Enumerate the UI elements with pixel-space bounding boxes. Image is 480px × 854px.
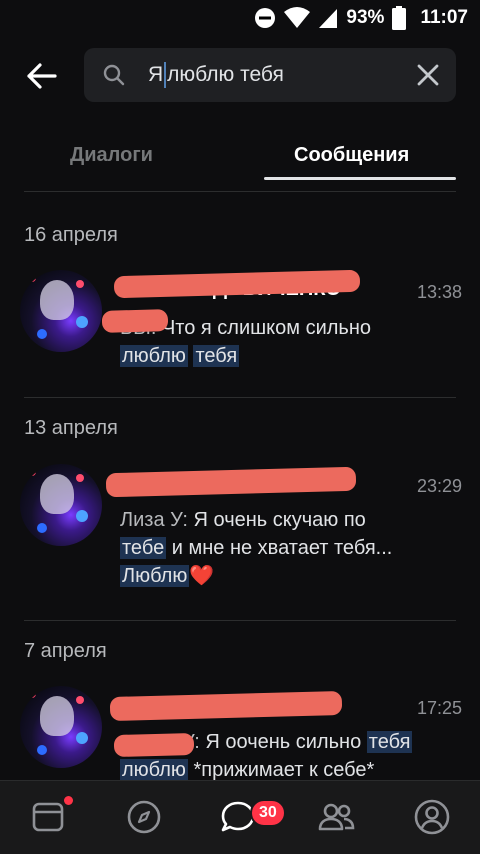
search-highlight: Люблю (120, 565, 190, 587)
avatar (20, 464, 102, 546)
battery-icon (392, 6, 407, 30)
avatar (20, 270, 102, 352)
status-bar: 93% 11:07 (0, 0, 480, 36)
search-query-end: люблю тебя (167, 63, 284, 86)
tabs-divider (24, 191, 456, 192)
heart-emoji: ❤️ (189, 565, 215, 587)
search-highlight: тебе (120, 537, 167, 559)
search-highlight: тебя (366, 731, 413, 753)
search-tabs: Диалоги Сообщения (0, 130, 480, 192)
do-not-disturb-icon (255, 8, 276, 28)
arrow-left-icon (27, 63, 57, 89)
message-snippet: Лиза У: Я очень скучаю по тебе и мне не … (120, 509, 393, 587)
search-query-start: Я (148, 63, 164, 86)
tab-messages[interactable]: Сообщения (294, 144, 409, 167)
search-highlight: люблю (120, 345, 188, 367)
date-header: 7 апреля (24, 640, 107, 662)
search-input[interactable]: Ялюблю тебя (148, 48, 398, 102)
tab-dialogs[interactable]: Диалоги (70, 144, 153, 167)
search-icon (103, 64, 125, 86)
notification-dot (64, 796, 73, 805)
message-result[interactable]: 23:29 Лиза У: Я очень скучаю по тебе и м… (0, 464, 480, 587)
active-tab-indicator (264, 177, 456, 180)
redaction-mark (109, 690, 343, 722)
message-result[interactable]: ГДОВИЧЕНКО 13:38 ЬЫ: Что я слишком сильн… (0, 269, 480, 388)
redaction-mark (101, 309, 169, 333)
status-time: 11:07 (420, 7, 468, 28)
clear-search-icon[interactable] (414, 61, 442, 89)
profile-icon[interactable] (412, 797, 452, 837)
message-snippet: ЬЫ: Что я слишком сильно люблю тебя (120, 317, 372, 367)
message-time: 13:38 (416, 282, 462, 302)
compass-icon[interactable] (124, 797, 164, 837)
date-header: 13 апреля (24, 417, 118, 439)
search-box[interactable]: Ялюблю тебя (84, 48, 456, 102)
message-prefix: Лиза У: (120, 509, 188, 531)
unread-count-badge: 30 (250, 799, 286, 827)
date-header: 16 апреля (24, 224, 118, 246)
text-caret (164, 62, 167, 88)
message-time: 23:29 (416, 476, 462, 496)
group-divider (24, 620, 456, 621)
battery-percentage: 93% (346, 7, 385, 28)
friends-icon[interactable] (316, 797, 356, 837)
search-header: Ялюблю тебя (0, 46, 480, 104)
news-feed-icon[interactable] (28, 797, 68, 837)
avatar (20, 686, 102, 768)
group-divider (24, 397, 456, 398)
redaction-mark (105, 466, 357, 498)
cellular-signal-icon (319, 9, 338, 28)
search-highlight: люблю (120, 759, 188, 781)
message-time: 17:25 (416, 698, 462, 718)
wifi-icon (284, 7, 311, 28)
search-highlight: тебя (193, 345, 240, 367)
bottom-navigation: 30 (0, 780, 480, 854)
back-button[interactable] (20, 56, 62, 96)
redaction-mark (113, 732, 195, 758)
